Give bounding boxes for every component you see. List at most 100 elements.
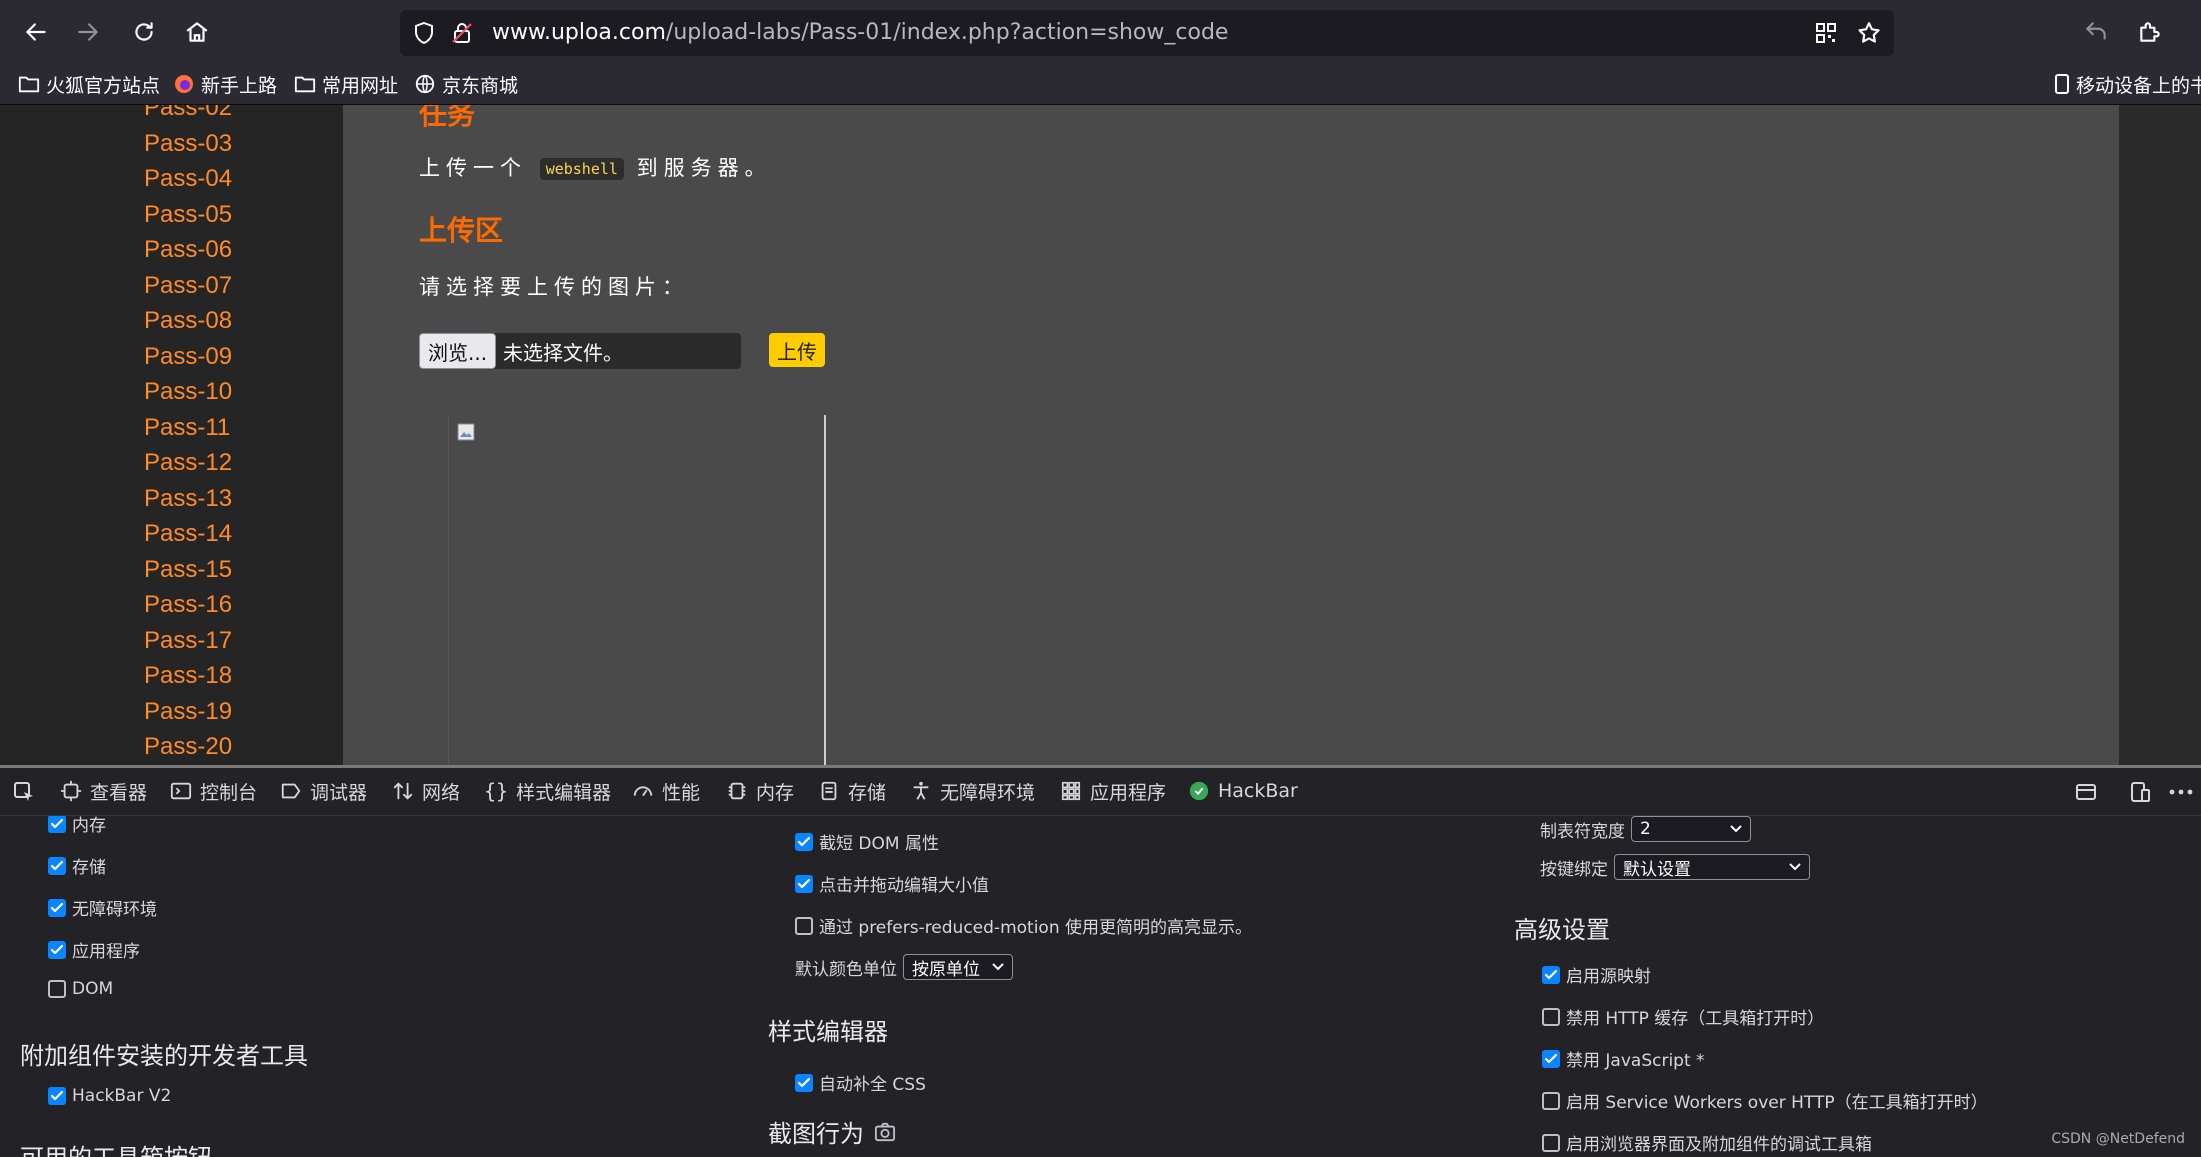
option-row[interactable]: 应用程序 bbox=[48, 937, 140, 962]
checkbox-checked[interactable] bbox=[48, 856, 66, 875]
checkbox-unchecked[interactable] bbox=[1542, 1007, 1560, 1026]
checkbox-checked[interactable] bbox=[795, 1073, 813, 1092]
sidebar-link-pass-10[interactable]: Pass-10 bbox=[144, 378, 232, 406]
tab-performance[interactable]: 性能 bbox=[632, 776, 700, 806]
option-row[interactable]: 截短 DOM 属性 bbox=[795, 829, 939, 854]
option-row[interactable]: 启用源映射 bbox=[1542, 962, 1651, 987]
screenshot-behavior-heading: 截图行为 bbox=[768, 1114, 896, 1149]
bookmark-star-icon[interactable] bbox=[1856, 20, 1882, 46]
insecure-lock-icon[interactable] bbox=[450, 21, 474, 45]
tab-inspector[interactable]: 查看器 bbox=[60, 776, 147, 806]
reload-button[interactable] bbox=[120, 8, 168, 56]
dock-layout-icon[interactable] bbox=[2074, 780, 2098, 804]
sidebar-link-pass-08[interactable]: Pass-08 bbox=[144, 307, 232, 335]
back-button[interactable] bbox=[12, 8, 60, 56]
option-row[interactable]: 无障碍环境 bbox=[48, 895, 157, 920]
option-row[interactable]: 禁用 JavaScript * bbox=[1542, 1046, 1705, 1071]
option-row[interactable]: 点击并拖动编辑大小值 bbox=[795, 871, 989, 896]
tab-network[interactable]: 网络 bbox=[392, 776, 460, 806]
shield-icon[interactable] bbox=[412, 21, 436, 45]
sidebar-link-pass-15[interactable]: Pass-15 bbox=[144, 556, 232, 584]
undo-button[interactable] bbox=[2072, 8, 2120, 56]
sidebar-link-pass-14[interactable]: Pass-14 bbox=[144, 520, 232, 548]
page-viewport: Pass-02 Pass-03 Pass-04 Pass-05 Pass-06 Pass-… bbox=[0, 105, 2201, 765]
sidebar-link-pass-19[interactable]: Pass-19 bbox=[144, 698, 232, 726]
option-label: 启用源映射 bbox=[1566, 967, 1651, 987]
bookmark-folder-firefox[interactable]: 火狐官方站点 bbox=[18, 70, 160, 98]
sidebar-link-pass-20[interactable]: Pass-20 bbox=[144, 733, 232, 761]
checkbox-unchecked[interactable] bbox=[1542, 1133, 1560, 1152]
mobile-bookmarks[interactable]: 移动设备上的书 bbox=[2054, 70, 2201, 98]
option-row[interactable]: 存储 bbox=[48, 853, 106, 878]
qr-code-icon[interactable] bbox=[1814, 21, 1838, 45]
sidebar-link-pass-17[interactable]: Pass-17 bbox=[144, 627, 232, 655]
more-options-icon[interactable] bbox=[2168, 782, 2194, 802]
extensions-button[interactable] bbox=[2126, 8, 2174, 56]
forward-button[interactable] bbox=[64, 8, 112, 56]
tab-debugger[interactable]: 调试器 bbox=[280, 776, 367, 806]
tab-application[interactable]: 应用程序 bbox=[1060, 776, 1166, 806]
checkbox-checked[interactable] bbox=[1542, 1049, 1560, 1068]
bookmark-getting-started[interactable]: 新手上路 bbox=[173, 70, 277, 98]
upload-button[interactable]: 上传 bbox=[769, 333, 825, 367]
checkbox-checked[interactable] bbox=[48, 898, 66, 917]
checkbox-checked[interactable] bbox=[48, 940, 66, 959]
element-picker-icon[interactable] bbox=[12, 780, 36, 804]
checkbox-unchecked[interactable] bbox=[48, 980, 66, 998]
sidebar-link-pass-09[interactable]: Pass-09 bbox=[144, 343, 232, 371]
option-row[interactable]: 启用浏览器界面及附加组件的调试工具箱 bbox=[1542, 1130, 1872, 1155]
browse-button[interactable]: 浏览... bbox=[419, 333, 497, 369]
chevron-down-icon bbox=[1730, 825, 1742, 833]
checkbox-checked[interactable] bbox=[1542, 965, 1560, 984]
sidebar-link-pass-07[interactable]: Pass-07 bbox=[144, 272, 232, 300]
file-input[interactable]: 浏览... 未选择文件。 bbox=[419, 333, 741, 369]
devtools-toolbar: 查看器 控制台 调试器 网络 {} 样式编辑器 性能 内存 存储 无障碍环境 应… bbox=[0, 768, 2201, 816]
tab-size-select[interactable]: 2 bbox=[1631, 816, 1751, 842]
sidebar-link-pass-12[interactable]: Pass-12 bbox=[144, 449, 232, 477]
watermark: CSDN @NetDefend bbox=[2051, 1131, 2185, 1147]
option-row[interactable]: 启用 Service Workers over HTTP（在工具箱打开时） bbox=[1542, 1088, 1988, 1113]
sidebar-link-pass-13[interactable]: Pass-13 bbox=[144, 485, 232, 513]
checkbox-unchecked[interactable] bbox=[795, 916, 813, 935]
tab-memory[interactable]: 内存 bbox=[726, 776, 794, 806]
option-row[interactable]: 禁用 HTTP 缓存（工具箱打开时） bbox=[1542, 1004, 1824, 1029]
url-bar[interactable]: www.uploa.com/upload-labs/Pass-01/index.… bbox=[400, 10, 1894, 56]
option-row[interactable]: 内存 bbox=[48, 816, 106, 836]
tab-console[interactable]: 控制台 bbox=[170, 776, 257, 806]
checkmark-icon bbox=[50, 902, 64, 912]
sidebar-link-pass-04[interactable]: Pass-04 bbox=[144, 165, 232, 193]
keybinding-row: 按键绑定 默认设置 bbox=[1540, 854, 1810, 880]
url-text[interactable]: www.uploa.com/upload-labs/Pass-01/index.… bbox=[492, 20, 1228, 45]
option-row[interactable]: HackBar V2 bbox=[48, 1086, 171, 1106]
tab-storage[interactable]: 存储 bbox=[818, 776, 886, 806]
sidebar-link-pass-11[interactable]: Pass-11 bbox=[144, 414, 230, 442]
sidebar-link-pass-05[interactable]: Pass-05 bbox=[144, 201, 232, 229]
sidebar-link-pass-06[interactable]: Pass-06 bbox=[144, 236, 232, 264]
tab-hackbar[interactable]: HackBar bbox=[1188, 776, 1298, 806]
option-row[interactable]: DOM bbox=[48, 979, 113, 999]
responsive-design-icon[interactable] bbox=[2128, 780, 2152, 804]
checkbox-checked[interactable] bbox=[795, 832, 813, 851]
app-grid-icon bbox=[1061, 781, 1081, 801]
checkbox-checked[interactable] bbox=[48, 816, 66, 833]
tab-accessibility[interactable]: 无障碍环境 bbox=[910, 776, 1035, 806]
sidebar-link-pass-03[interactable]: Pass-03 bbox=[144, 130, 232, 158]
sidebar-link-pass-18[interactable]: Pass-18 bbox=[144, 662, 232, 690]
sidebar-link-pass-16[interactable]: Pass-16 bbox=[144, 591, 232, 619]
checkbox-unchecked[interactable] bbox=[1542, 1091, 1560, 1110]
tab-label: 性能 bbox=[662, 781, 701, 804]
bookmark-jd[interactable]: 京东商城 bbox=[414, 70, 518, 98]
checkbox-checked[interactable] bbox=[795, 874, 813, 893]
checkbox-checked[interactable] bbox=[48, 1087, 66, 1105]
mobile-device-icon bbox=[2055, 74, 2069, 94]
tab-size-label: 制表符宽度 bbox=[1540, 821, 1625, 842]
option-row[interactable]: 自动补全 CSS bbox=[795, 1070, 926, 1095]
tab-style-editor[interactable]: {} 样式编辑器 bbox=[484, 776, 611, 806]
bookmark-folder-common[interactable]: 常用网址 bbox=[294, 70, 398, 98]
option-row[interactable]: 通过 prefers-reduced-motion 使用更简明的高亮显示。 bbox=[795, 913, 1252, 938]
home-button[interactable] bbox=[173, 8, 221, 56]
keybinding-select[interactable]: 默认设置 bbox=[1614, 854, 1810, 880]
tab-label: 网络 bbox=[422, 781, 461, 804]
color-unit-select[interactable]: 按原单位 bbox=[903, 954, 1013, 980]
sidebar-link-pass-02[interactable]: Pass-02 bbox=[144, 105, 232, 122]
